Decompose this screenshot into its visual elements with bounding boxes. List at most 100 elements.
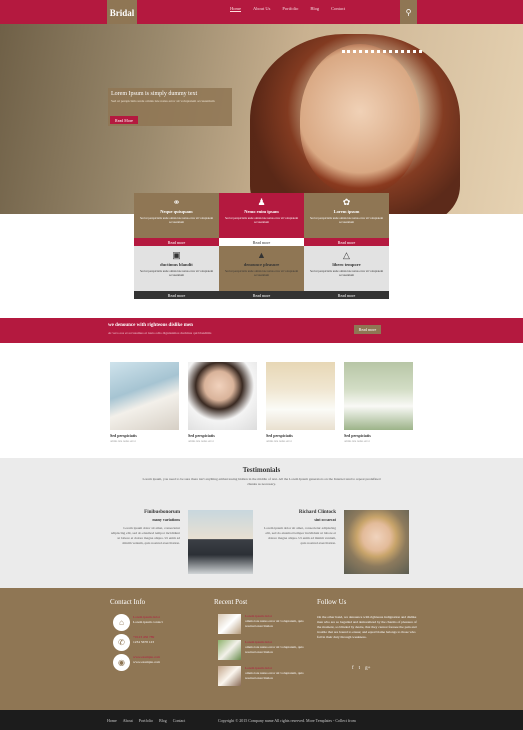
testimonials-section: Testimonials Lorem ipsum, you need to be… [0, 458, 523, 588]
testimonial-photo [344, 510, 409, 574]
gallery-title: Sed perspiciatis [344, 433, 371, 438]
hero-text: Sed ut perspiciatis unde omnis iste natu… [111, 99, 215, 103]
promo-banner: we denounce with righteous dislike men A… [0, 318, 523, 343]
gallery-title: Sed perspiciatis [266, 433, 293, 438]
testimonial-text: Lorem ipsum dolor sit amet, consectetur … [110, 526, 180, 545]
facebook-icon[interactable]: f [352, 666, 354, 671]
gift-icon: ▣ [172, 250, 181, 260]
gallery-item[interactable]: Sed perspiciatis omnis iste natus error [188, 362, 257, 452]
feature-title: ductimus blandit [160, 262, 193, 267]
hero-photo-tiara [342, 50, 422, 58]
gallery-item[interactable]: Sed perspiciatis omnis iste natus error [266, 362, 335, 452]
feature-title: libero tempore [332, 262, 361, 267]
testimonial-name: Finibusbonorum [144, 510, 180, 515]
feature-title: Nemo enim ipsam [244, 209, 279, 214]
footer-nav-about[interactable]: About [123, 718, 133, 723]
hero-banner [0, 24, 523, 214]
banner-read-more-button[interactable]: Read more [354, 325, 381, 334]
hero-title: Lorem Ipsum is simply dummy text [111, 91, 198, 97]
feature-tiles: ⚭ Neque quisquam Sed ut perspiciatis und… [134, 193, 390, 299]
gallery-item[interactable]: Sed perspiciatis omnis iste natus error [110, 362, 179, 452]
copyright: Copyright © 2015 Company name All rights… [218, 718, 356, 723]
banner-text: At vero eos et accusamus et iusto odio d… [108, 331, 212, 335]
feature-tile: ▲ denounce pleasure Sed ut perspiciatis … [219, 246, 304, 299]
feature-title: Neque quisquam [160, 209, 193, 214]
gallery-photo[interactable] [188, 362, 257, 430]
search-button[interactable]: ⚲ [400, 0, 417, 24]
feature-read-more[interactable]: Read more [304, 238, 389, 246]
gallery-text: omnis iste natus error [266, 439, 292, 443]
bottom-bar: Home About Portfolio Blog Contact Copyri… [0, 710, 523, 730]
hero-read-more-button[interactable]: Read More [110, 116, 138, 124]
search-icon: ⚲ [405, 7, 412, 17]
feature-read-more[interactable]: Read more [219, 238, 304, 246]
contact-address: Lorem ipsum dolor Lorem ipsum contact [133, 615, 163, 624]
contact-website[interactable]: www.example.com www.example.com [133, 655, 160, 665]
globe-icon: ◉ [113, 654, 130, 671]
feature-tile: ⚭ Neque quisquam Sed ut perspiciatis und… [134, 193, 219, 246]
footer-nav-portfolio[interactable]: Portfolio [139, 718, 153, 723]
more-templates-link[interactable]: More Templates [306, 718, 332, 723]
home-icon: ⌂ [113, 614, 130, 631]
nav-home[interactable]: Home [230, 6, 241, 11]
footer-nav-contact[interactable]: Contact [173, 718, 185, 723]
nav-about[interactable]: About Us [253, 6, 270, 11]
twitter-icon[interactable]: t [359, 666, 360, 671]
gallery-photo[interactable] [266, 362, 335, 430]
footer-nav-home[interactable]: Home [107, 718, 117, 723]
contact-info-heading: Contact Info [110, 598, 146, 606]
recent-post-thumb[interactable] [218, 666, 241, 686]
feature-text: Sed ut perspiciatis unde omnis iste natu… [224, 269, 299, 277]
feature-title: denounce pleasure [243, 262, 280, 267]
follow-us-heading: Follow Us [317, 598, 347, 606]
testimonial-name: Richard Clintock [298, 510, 336, 515]
gallery-text: omnis iste natus error [110, 439, 136, 443]
bouquet-icon: ✿ [342, 197, 351, 207]
feature-read-more[interactable]: Read more [219, 291, 304, 299]
testimonials-intro: Lorem ipsum, you need to be sure there i… [142, 477, 381, 486]
dress-icon: △ [343, 250, 350, 260]
follow-us-text: On the other hand, we denounce with righ… [317, 615, 417, 639]
feature-tile: △ libero tempore Sed ut perspiciatis und… [304, 246, 389, 299]
gallery-photo[interactable] [110, 362, 179, 430]
feature-text: Sed ut perspiciatis unde omnis iste natu… [224, 216, 299, 224]
gallery-text: omnis iste natus error [188, 439, 214, 443]
top-nav-bar [0, 0, 523, 24]
nav-portfolio[interactable]: Portfolio [282, 6, 298, 11]
social-links: f t g+ [352, 666, 370, 671]
gallery-title: Sed perspiciatis [188, 433, 215, 438]
nav-blog[interactable]: Blog [310, 6, 319, 11]
feature-text: Sed ut perspiciatis unde omnis iste natu… [309, 269, 384, 277]
testimonial-text: Lorem ipsum dolor sit amet, consectetur … [264, 526, 336, 545]
feature-text: Sed ut perspiciatis unde omnis iste natu… [139, 269, 214, 277]
copyright-text: Copyright © 2015 Company name All rights… [218, 718, 306, 723]
recent-post[interactable]: Lorem ipsum dolor omnis iste natus error … [245, 640, 305, 655]
feature-read-more[interactable]: Read more [304, 291, 389, 299]
contact-phone: +0123 456 789 1234 5678 123 [133, 635, 155, 644]
recent-post-thumb[interactable] [218, 640, 241, 660]
feature-read-more[interactable]: Read more [134, 238, 219, 246]
gallery-photo[interactable] [344, 362, 413, 430]
collect-from-text: - Collect from [333, 718, 356, 723]
testimonial-photo [188, 510, 253, 574]
feature-read-more[interactable]: Read more [134, 291, 219, 299]
feature-tile: ▣ ductimus blandit Sed ut perspiciatis u… [134, 246, 219, 299]
feature-text: Sed ut perspiciatis unde omnis iste natu… [309, 216, 384, 224]
feature-text: Sed ut perspiciatis unde omnis iste natu… [139, 216, 214, 224]
recent-post-heading: Recent Post [214, 598, 248, 606]
gallery-item[interactable]: Sed perspiciatis omnis iste natus error [344, 362, 413, 452]
site-logo[interactable]: Bridal [107, 0, 137, 30]
main-nav: Home About Us Portfolio Blog Contact [230, 6, 345, 11]
feature-title: Lorem ipsum [333, 209, 360, 214]
gallery-text: omnis iste natus error [344, 439, 370, 443]
google-plus-icon[interactable]: g+ [365, 666, 370, 671]
recent-post[interactable]: Lorem ipsum dolor omnis iste natus error … [245, 614, 305, 629]
footer-nav: Home About Portfolio Blog Contact [107, 718, 185, 723]
testimonial-role: many variations [152, 517, 180, 522]
feature-tile: ♟ Nemo enim ipsam Sed ut perspiciatis un… [219, 193, 304, 246]
recent-post-thumb[interactable] [218, 614, 241, 634]
footer-nav-blog[interactable]: Blog [159, 718, 167, 723]
nav-contact[interactable]: Contact [331, 6, 345, 11]
recent-post[interactable]: Lorem ipsum dolor omnis iste natus error … [245, 666, 305, 681]
gallery-title: Sed perspiciatis [110, 433, 137, 438]
